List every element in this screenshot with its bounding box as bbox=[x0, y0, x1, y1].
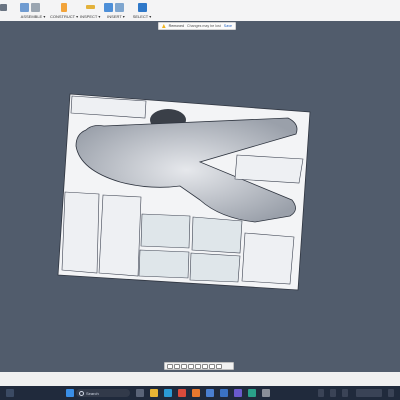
taskbar-search[interactable]: Search bbox=[76, 389, 130, 397]
network-icon[interactable] bbox=[330, 389, 336, 397]
move-icon bbox=[0, 3, 7, 11]
store-icon[interactable] bbox=[206, 389, 214, 397]
warning-icon bbox=[162, 24, 166, 28]
bin-right bbox=[241, 232, 295, 285]
grid-icon[interactable] bbox=[209, 363, 215, 369]
notice-message: Changes may be lost bbox=[187, 24, 221, 28]
assemble-menu[interactable]: ASSEMBLE ▾ bbox=[20, 1, 46, 20]
bin-mid-bottom-left bbox=[138, 249, 190, 279]
chrome-icon[interactable] bbox=[178, 389, 186, 397]
search-icon bbox=[79, 390, 84, 396]
look-at-icon[interactable] bbox=[174, 363, 180, 369]
construct-plane-icon bbox=[61, 2, 67, 12]
volume-icon[interactable] bbox=[342, 389, 348, 397]
select-cursor-icon bbox=[137, 2, 147, 12]
insert-menu[interactable]: INSERT ▾ bbox=[104, 1, 128, 20]
bin-mid-top-left bbox=[140, 213, 191, 249]
construct-label: CONSTRUCT ▾ bbox=[50, 14, 79, 19]
windows-start-icon[interactable] bbox=[66, 389, 74, 397]
image-icon bbox=[115, 2, 124, 12]
assemble-label: ASSEMBLE ▾ bbox=[20, 14, 46, 19]
zoom-icon[interactable] bbox=[188, 363, 194, 369]
move-tool[interactable] bbox=[0, 1, 16, 20]
model-canvas bbox=[57, 93, 311, 291]
search-placeholder: Search bbox=[86, 390, 99, 396]
bin-tall-2 bbox=[98, 194, 142, 277]
inspect-menu[interactable]: INSPECT ▾ bbox=[80, 1, 100, 20]
orbit-icon[interactable] bbox=[167, 363, 173, 369]
unsaved-notice: Removed Changes may be lost Save bbox=[158, 22, 236, 30]
right-slot bbox=[234, 154, 304, 184]
fit-icon[interactable] bbox=[195, 363, 201, 369]
select-menu[interactable]: SELECT ▾ bbox=[132, 1, 152, 20]
measure-icon bbox=[85, 5, 95, 9]
weather-icon[interactable] bbox=[6, 389, 14, 397]
viewports-icon[interactable] bbox=[216, 363, 222, 369]
app-icon-3[interactable] bbox=[262, 389, 270, 397]
toolbar: ASSEMBLE ▾ CONSTRUCT ▾ INSPECT ▾ INSERT … bbox=[0, 0, 400, 22]
mail-icon[interactable] bbox=[220, 389, 228, 397]
task-view-icon[interactable] bbox=[136, 389, 144, 397]
inspect-label: INSPECT ▾ bbox=[80, 14, 101, 19]
storage-tray-model[interactable] bbox=[57, 93, 311, 291]
bin-mid-top-right bbox=[191, 216, 243, 254]
edge-icon[interactable] bbox=[164, 389, 172, 397]
construct-menu[interactable]: CONSTRUCT ▾ bbox=[50, 1, 78, 20]
insert-icon bbox=[104, 2, 113, 12]
save-link[interactable]: Save bbox=[224, 24, 232, 28]
app-icon-1[interactable] bbox=[234, 389, 242, 397]
windows-taskbar bbox=[0, 386, 400, 400]
notice-status: Removed bbox=[168, 24, 185, 28]
file-explorer-icon[interactable] bbox=[150, 389, 158, 397]
fusion-icon[interactable] bbox=[192, 389, 200, 397]
status-strip bbox=[0, 372, 400, 386]
bin-tall-1 bbox=[61, 191, 100, 274]
tray-arrow-icon[interactable] bbox=[318, 389, 324, 397]
notification-icon[interactable] bbox=[388, 389, 394, 397]
select-label: SELECT ▾ bbox=[132, 14, 152, 19]
display-settings-icon[interactable] bbox=[202, 363, 208, 369]
bin-mid-bottom-right bbox=[189, 252, 241, 283]
model-viewport[interactable] bbox=[0, 21, 400, 372]
insert-label: INSERT ▾ bbox=[107, 14, 125, 19]
pan-icon[interactable] bbox=[181, 363, 187, 369]
app-icon-2[interactable] bbox=[248, 389, 256, 397]
navigation-bar bbox=[164, 362, 234, 370]
joint-icon bbox=[31, 2, 40, 12]
new-component-icon bbox=[20, 2, 29, 12]
clock-icon[interactable] bbox=[356, 389, 382, 397]
